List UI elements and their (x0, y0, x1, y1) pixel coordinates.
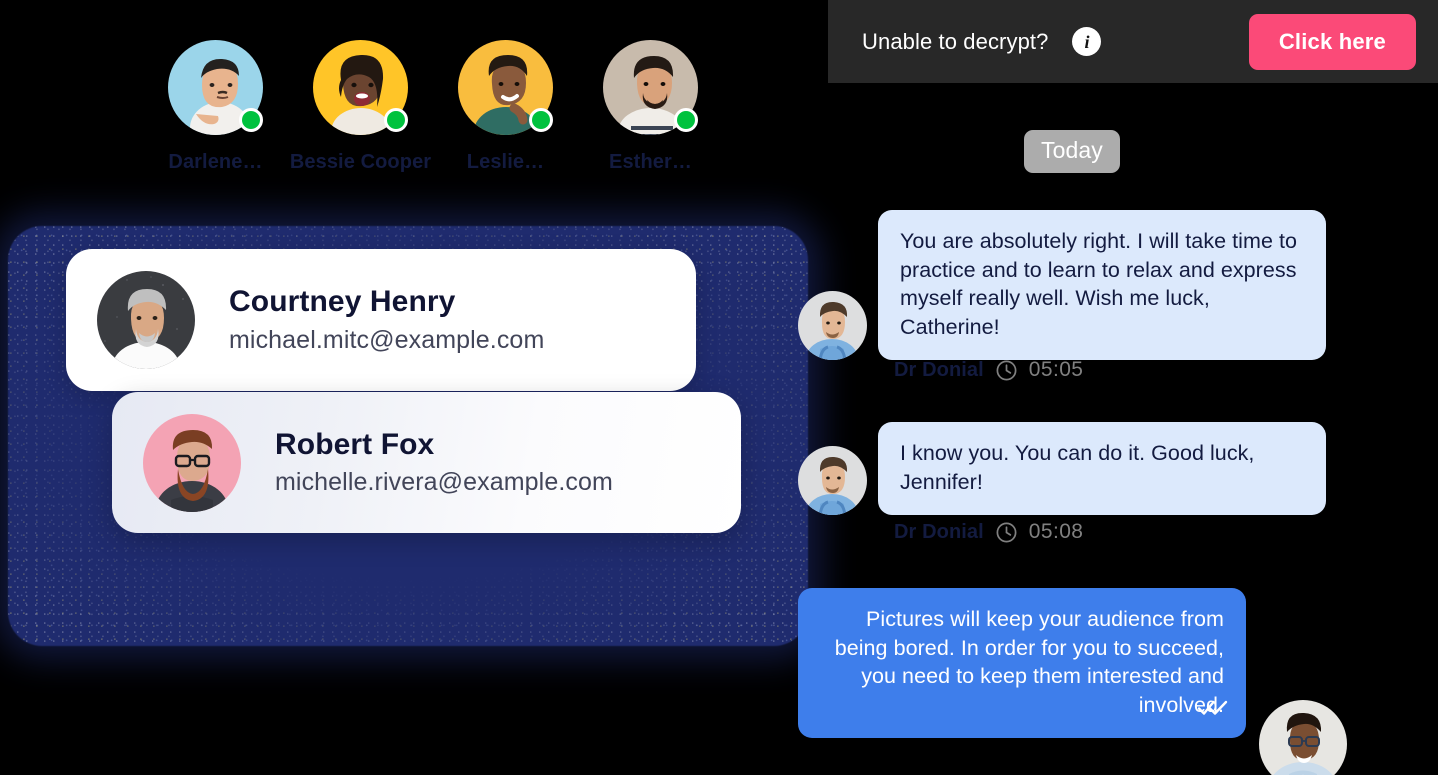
story-avatar-wrap[interactable] (458, 40, 553, 135)
message-meta: Dr Donial 05:05 (894, 358, 1083, 382)
double-check-icon (1198, 701, 1228, 716)
avatar (798, 291, 867, 361)
story-avatar-wrap[interactable] (313, 40, 408, 135)
message-bubble: I know you. You can do it. Good luck, Je… (878, 422, 1326, 516)
story-name: Leslie… (466, 151, 545, 173)
online-status-dot (529, 108, 553, 132)
message-bubble: Pictures will keep your audience from be… (798, 588, 1246, 739)
story-item[interactable]: Leslie… (458, 40, 553, 174)
message-sender: Dr Donial (894, 358, 984, 381)
online-status-dot (384, 108, 408, 132)
contact-card[interactable]: Robert Fox michelle.rivera@example.com (112, 392, 741, 533)
chat-column: Today You are absolutely right. I will t… (790, 100, 1410, 775)
decrypt-banner: Unable to decrypt? i Click here (828, 0, 1438, 83)
info-icon[interactable]: i (1072, 27, 1102, 56)
story-name: Esther… (609, 151, 692, 173)
clock-icon (996, 522, 1017, 542)
message-time: 05:05 (1028, 358, 1084, 381)
contact-info: Courtney Henry michael.mitc@example.com (229, 285, 544, 354)
message-text: Pictures will keep your audience from be… (834, 607, 1224, 717)
decrypt-banner-text: Unable to decrypt? (862, 28, 1049, 54)
online-status-dot (674, 108, 698, 132)
contact-name: Robert Fox (275, 427, 435, 461)
stories-row: Darlene… Bessie Cooper Leslie… Esther… (168, 40, 698, 174)
info-icon-glyph: i (1084, 31, 1090, 52)
chat-message-incoming: I know you. You can do it. Good luck, Je… (798, 422, 1326, 516)
story-item[interactable]: Esther… (603, 40, 698, 174)
contact-email: michael.mitc@example.com (229, 325, 545, 354)
online-status-dot (239, 108, 263, 132)
click-here-button[interactable]: Click here (1248, 13, 1416, 70)
chat-message-incoming: You are absolutely right. I will take ti… (798, 210, 1326, 361)
avatar (97, 271, 195, 369)
story-name: Darlene… (168, 151, 263, 173)
story-avatar-wrap[interactable] (168, 40, 263, 135)
chat-message-outgoing: Pictures will keep your audience from be… (798, 588, 1246, 739)
avatar (1259, 700, 1347, 775)
story-name: Bessie Cooper (289, 151, 432, 173)
message-sender: Dr Donial (894, 520, 984, 543)
clock-icon (996, 360, 1017, 380)
message-time: 05:08 (1028, 520, 1084, 543)
story-item[interactable]: Darlene… (168, 40, 263, 174)
story-item[interactable]: Bessie Cooper (290, 40, 431, 174)
message-bubble: You are absolutely right. I will take ti… (878, 210, 1326, 361)
message-meta: Dr Donial 05:08 (894, 520, 1083, 544)
contact-info: Robert Fox michelle.rivera@example.com (275, 428, 613, 497)
contact-email: michelle.rivera@example.com (275, 468, 613, 497)
contact-name: Courtney Henry (229, 285, 456, 319)
contact-card[interactable]: Courtney Henry michael.mitc@example.com (66, 249, 696, 391)
avatar (798, 446, 867, 516)
date-divider: Today (1024, 130, 1120, 173)
app-root: Unable to decrypt? i Click here Darlene…… (0, 0, 1438, 775)
story-avatar-wrap[interactable] (603, 40, 698, 135)
avatar (143, 413, 241, 512)
